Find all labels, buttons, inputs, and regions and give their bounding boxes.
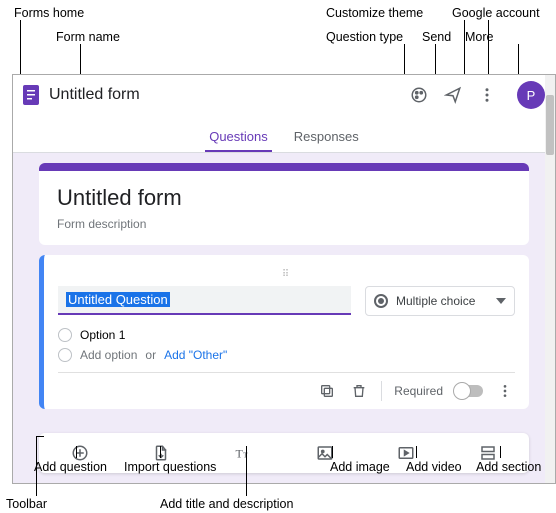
form-content: Untitled form Form description ⠿ Untitle…: [13, 153, 555, 459]
tab-responses[interactable]: Responses: [290, 123, 363, 152]
delete-icon[interactable]: [349, 381, 369, 401]
option-label[interactable]: Option 1: [80, 328, 125, 342]
callout-add-section: Add section: [476, 460, 541, 474]
add-option-text[interactable]: Add option: [80, 348, 137, 362]
callout-add-title-desc: Add title and description: [160, 497, 293, 511]
callout-add-question: Add question: [34, 460, 107, 474]
forms-home-icon[interactable]: [23, 85, 39, 105]
question-type-label: Multiple choice: [396, 294, 488, 308]
add-option-row: Add option or Add "Other": [58, 348, 515, 362]
drag-handle-icon[interactable]: ⠿: [58, 269, 515, 280]
chevron-down-icon: [496, 298, 506, 304]
customize-theme-icon[interactable]: [409, 85, 429, 105]
question-type-dropdown[interactable]: Multiple choice: [365, 286, 515, 316]
question-more-icon[interactable]: [495, 381, 515, 401]
duplicate-icon[interactable]: [317, 381, 337, 401]
callout-form-name: Form name: [56, 30, 120, 44]
option-radio-icon: [58, 328, 72, 342]
callout-toolbar: Toolbar: [6, 497, 47, 511]
option-radio-icon: [58, 348, 72, 362]
or-text: or: [145, 348, 156, 362]
required-label: Required: [394, 384, 443, 398]
form-title[interactable]: Untitled form: [49, 86, 409, 104]
radio-icon: [374, 294, 388, 308]
question-text-selected: Untitled Question: [66, 292, 170, 307]
title-card[interactable]: Untitled form Form description: [39, 163, 529, 245]
form-title-large[interactable]: Untitled form: [57, 185, 511, 211]
send-icon[interactable]: [443, 85, 463, 105]
scrollbar-thumb[interactable]: [546, 95, 554, 155]
callout-add-image: Add image: [330, 460, 390, 474]
required-toggle[interactable]: [455, 385, 483, 397]
add-other-link[interactable]: Add "Other": [164, 348, 227, 362]
option-row[interactable]: Option 1: [58, 328, 515, 342]
question-card[interactable]: ⠿ Untitled Question Multiple choice Opti…: [39, 255, 529, 409]
form-description[interactable]: Form description: [57, 217, 511, 231]
tabs: Questions Responses: [13, 115, 555, 153]
callout-forms-home: Forms home: [14, 6, 84, 20]
add-title-icon[interactable]: TT: [233, 443, 253, 463]
topbar: Untitled form P: [13, 75, 555, 115]
callout-more: More: [465, 30, 493, 44]
callout-google-account: Google account: [452, 6, 540, 20]
question-footer: Required: [58, 372, 515, 401]
tab-questions[interactable]: Questions: [205, 123, 272, 152]
callout-question-type: Question type: [326, 30, 403, 44]
callout-customize-theme: Customize theme: [326, 6, 423, 20]
scrollbar[interactable]: [545, 75, 555, 483]
callout-send: Send: [422, 30, 451, 44]
more-icon[interactable]: [477, 85, 497, 105]
question-input[interactable]: Untitled Question: [58, 286, 351, 315]
callout-import-questions: Import questions: [124, 460, 216, 474]
google-account-avatar[interactable]: P: [517, 81, 545, 109]
app-window: Untitled form P Questions Responses Unti…: [12, 74, 556, 484]
callout-add-video: Add video: [406, 460, 462, 474]
